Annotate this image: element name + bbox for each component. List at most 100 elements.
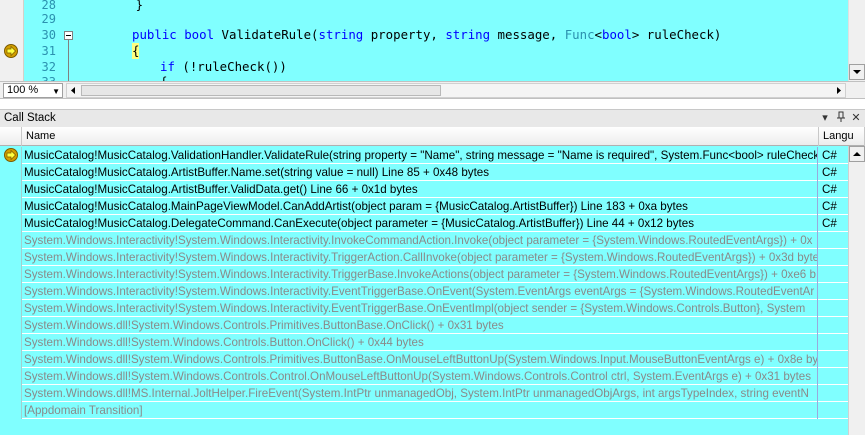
frame-name: MusicCatalog!MusicCatalog.DelegateComman…	[22, 215, 818, 232]
window-title: Call Stack	[4, 112, 56, 124]
outline-guide	[68, 40, 69, 81]
zoom-select[interactable]: 100 % ▼	[3, 83, 63, 98]
language-column-header[interactable]: Langu	[819, 127, 865, 146]
frame-language	[819, 334, 848, 351]
scroll-left-icon[interactable]	[68, 85, 79, 96]
call-stack-vertical-scrollbar[interactable]	[848, 146, 865, 435]
stack-frame-row[interactable]: System.Windows.Interactivity!System.Wind…	[0, 300, 848, 317]
frame-language: C#	[822, 166, 837, 179]
stack-frame-row[interactable]: System.Windows.dll!System.Windows.Contro…	[0, 317, 848, 334]
frame-name: MusicCatalog!MusicCatalog.ArtistBuffer.N…	[22, 164, 818, 181]
code-text: {	[132, 43, 140, 59]
current-statement-arrow-icon	[4, 44, 18, 58]
frame-name: MusicCatalog!MusicCatalog.ArtistBuffer.V…	[22, 181, 818, 198]
frame-language: C#	[822, 183, 837, 196]
dropdown-arrow-icon[interactable]: ▼	[52, 85, 60, 98]
row-indicator-cell	[0, 283, 22, 300]
frame-name: MusicCatalog!MusicCatalog.ValidationHand…	[24, 147, 818, 164]
stack-frame-row[interactable]: [Appdomain Transition]	[0, 402, 848, 419]
row-indicator-cell	[0, 334, 22, 351]
frame-name: System.Windows.Interactivity!System.Wind…	[24, 249, 818, 266]
icon-column-header	[0, 127, 22, 146]
stack-frame-row[interactable]: MusicCatalog!MusicCatalog.DelegateComman…	[0, 215, 848, 232]
current-statement-arrow-icon	[4, 148, 18, 162]
stack-frame-row[interactable]: System.Windows.dll!System.Windows.Contro…	[0, 334, 848, 351]
row-indicator-cell	[0, 300, 22, 317]
line-number: 33	[24, 74, 56, 81]
row-indicator-cell	[0, 164, 22, 181]
frame-language	[819, 402, 848, 419]
frame-language: C#	[822, 149, 837, 162]
stack-frame-row[interactable]: System.Windows.dll!System.Windows.Contro…	[0, 351, 848, 368]
row-indicator-cell	[0, 385, 22, 402]
stack-frame-row[interactable]: MusicCatalog!MusicCatalog.ArtistBuffer.V…	[0, 181, 848, 198]
scroll-thumb[interactable]	[81, 85, 441, 96]
row-indicator-cell	[0, 351, 22, 368]
row-indicator-cell	[0, 317, 22, 334]
row-indicator-cell	[0, 215, 22, 232]
stack-frame-row[interactable]: System.Windows.Interactivity!System.Wind…	[0, 266, 848, 283]
frame-language	[819, 232, 848, 249]
code-line: 32 if (!ruleCheck())	[0, 59, 865, 75]
grid-header: Name Langu	[0, 127, 865, 146]
frame-name: System.Windows.dll!MS.Internal.JoltHelpe…	[22, 385, 818, 402]
frame-language	[819, 300, 848, 317]
editor-status-strip: 100 % ▼	[0, 81, 865, 99]
stack-frame-row[interactable]: MusicCatalog!MusicCatalog.ArtistBuffer.N…	[0, 164, 848, 181]
close-icon[interactable]: ✕	[849, 111, 863, 125]
frame-language	[819, 351, 848, 368]
editor-horizontal-scrollbar[interactable]	[66, 83, 846, 98]
frame-name: System.Windows.dll!System.Windows.Contro…	[22, 368, 818, 385]
code-text: {	[160, 74, 167, 81]
frame-name: System.Windows.Interactivity!System.Wind…	[22, 283, 818, 300]
frame-language	[819, 266, 848, 283]
scroll-down-icon[interactable]	[849, 64, 865, 80]
call-stack-title-bar: Call Stack ▾ ✕	[0, 109, 865, 127]
scroll-up-icon[interactable]	[849, 146, 865, 162]
row-indicator-cell	[0, 181, 22, 198]
frame-language	[819, 317, 848, 334]
line-number: 32	[41, 60, 56, 74]
code-line: 33 {	[0, 74, 865, 81]
line-number: 29	[41, 12, 56, 26]
code-editor[interactable]: 28 } 29 30 public bool ValidateRule(stri…	[0, 0, 865, 81]
scroll-right-icon[interactable]	[833, 85, 844, 96]
frame-name: System.Windows.Interactivity!System.Wind…	[22, 232, 818, 249]
frame-name: System.Windows.Interactivity!System.Wind…	[22, 300, 818, 317]
frame-name: [Appdomain Transition]	[22, 402, 818, 419]
editor-vertical-scrollbar[interactable]	[848, 0, 865, 81]
collapse-toggle-icon[interactable]	[64, 31, 73, 40]
frame-name: MusicCatalog!MusicCatalog.MainPageViewMo…	[22, 198, 818, 215]
stack-frame-row[interactable]: MusicCatalog!MusicCatalog.MainPageViewMo…	[0, 198, 848, 215]
pin-icon[interactable]	[834, 111, 848, 125]
frame-language	[819, 385, 848, 402]
stack-frame-row[interactable]: System.Windows.Interactivity!System.Wind…	[0, 283, 848, 300]
call-stack-grid[interactable]: Name Langu MusicCatalog!MusicCatalog.Val…	[0, 127, 865, 435]
stack-frame-row[interactable]: System.Windows.dll!System.Windows.Contro…	[0, 368, 848, 385]
row-indicator-cell	[0, 402, 22, 419]
name-column-header[interactable]: Name	[22, 127, 819, 146]
frame-name: System.Windows.dll!System.Windows.Contro…	[24, 351, 818, 368]
code-text: if (!ruleCheck())	[160, 59, 287, 74]
frame-language	[819, 249, 848, 266]
code-line: 29	[0, 11, 865, 27]
stack-frame-row[interactable]: System.Windows.Interactivity!System.Wind…	[0, 249, 848, 266]
row-indicator-cell	[0, 266, 22, 283]
window-menu-dropdown-icon[interactable]: ▾	[818, 111, 832, 125]
frame-language	[819, 368, 848, 385]
line-number: 31	[41, 44, 56, 58]
zoom-value: 100 %	[7, 84, 39, 96]
frame-name: System.Windows.dll!System.Windows.Contro…	[22, 317, 818, 334]
row-indicator-cell	[0, 249, 22, 266]
frame-language	[819, 283, 848, 300]
frame-language: C#	[822, 200, 837, 213]
line-number: 30	[41, 28, 56, 42]
current-stack-frame-row[interactable]: MusicCatalog!MusicCatalog.ValidationHand…	[0, 147, 848, 164]
stack-frame-row[interactable]: System.Windows.dll!MS.Internal.JoltHelpe…	[0, 385, 848, 402]
frame-language: C#	[822, 217, 837, 230]
code-line: 30 public bool ValidateRule(string prope…	[0, 27, 865, 43]
row-indicator-cell	[0, 147, 22, 164]
frame-name: System.Windows.dll!System.Windows.Contro…	[22, 334, 818, 351]
row-indicator-cell	[0, 232, 22, 249]
stack-frame-row[interactable]: System.Windows.Interactivity!System.Wind…	[0, 232, 848, 249]
